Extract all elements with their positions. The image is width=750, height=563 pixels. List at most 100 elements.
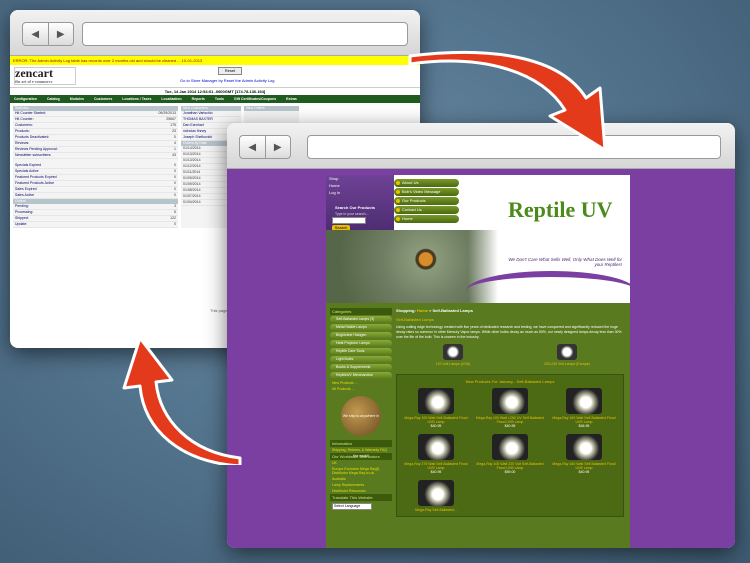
admin-menu-item[interactable]: Locations / Taxes (122, 97, 151, 101)
stat-row-value: 175 (170, 123, 176, 127)
subcategory-item[interactable]: 120 Volt Lamps (USA) (423, 344, 483, 366)
stat-row-label[interactable]: Products Deactivated: (15, 135, 49, 140)
customer-name[interactable]: Dan Earnhart (183, 123, 204, 128)
product-card[interactable]: Mega-Ray 160 Watt Self-Ballasted Flood U… (549, 388, 619, 428)
reptileuv-browser-window: ◀ ▶ Shop Home Log In Search Our Products… (227, 123, 735, 548)
category-item[interactable]: Reptile Care Tools (330, 348, 392, 355)
top-nav-item[interactable]: Home (394, 215, 459, 223)
product-name[interactable]: Mega-Ray 160 Watt Self-Ballasted Flood U… (549, 416, 619, 424)
forward-button[interactable]: ▶ (47, 23, 74, 45)
admin-menu-item[interactable]: Reports (192, 97, 205, 101)
nav-login[interactable]: Log In (326, 189, 394, 196)
product-name[interactable]: Mega-Ray 160 Watt Self-Ballasted Flood U… (549, 462, 619, 470)
top-nav-item[interactable]: About Us (394, 179, 459, 187)
admin-menu-item[interactable]: Catalog (47, 97, 60, 101)
admin-menu-item[interactable]: Gift Certificates/Coupons (234, 97, 276, 101)
address-bar[interactable] (307, 135, 721, 159)
category-item[interactable]: Heat Projector Lamps (330, 340, 392, 347)
address-bar[interactable] (82, 22, 408, 46)
specials-row-value: 0 (174, 175, 176, 179)
subcategory-item[interactable]: 220-240 Volt Lamps (Europe) (537, 344, 597, 366)
stat-row-label[interactable]: Products: (15, 129, 30, 134)
breadcrumb-prefix: Shopping: (396, 308, 416, 313)
product-name[interactable]: Mega-Ray 100 Watt 220 Volt Self-Ballaste… (475, 462, 545, 470)
product-name[interactable]: Mega-Ray 275 Watt Self-Ballasted Flood U… (401, 462, 471, 470)
customer-name[interactable]: Jonathan Varischio (183, 111, 213, 116)
back-button[interactable]: ◀ (23, 23, 48, 45)
category-item[interactable]: Light Bulbs (330, 356, 392, 363)
breadcrumb-home[interactable]: Home (417, 308, 428, 313)
product-card[interactable]: Mega-Ray 100 Watt 220 Volt Self-Ballaste… (475, 434, 545, 474)
product-name[interactable]: Mega-Ray 100 Watt Self-Ballasted Flood U… (401, 416, 471, 424)
order-date: 01/09/2014 (183, 182, 201, 186)
site-logo[interactable]: Reptile UV (508, 197, 612, 223)
stat-row-label[interactable]: Reviews: (15, 141, 29, 146)
search-input[interactable] (332, 217, 366, 224)
product-image[interactable] (566, 434, 602, 460)
orders-row-label[interactable]: Processing: (15, 210, 33, 215)
orders-row-label[interactable]: Update: (15, 222, 27, 227)
product-image[interactable] (566, 388, 602, 414)
product-image[interactable] (418, 388, 454, 414)
specials-row-value: 0 (174, 169, 176, 173)
top-nav-item[interactable]: Bob's Video Message (394, 188, 459, 196)
specials-row-value: 0 (174, 163, 176, 167)
product-card[interactable]: Mega-Ray 100 Watt Self-Ballasted Flood U… (401, 388, 471, 428)
specials-row-label[interactable]: Sales Active (15, 193, 34, 198)
admin-menu-item[interactable]: Customers (94, 97, 112, 101)
admin-menu-item[interactable]: Configuration (14, 97, 37, 101)
nav-shop[interactable]: Shop (326, 175, 394, 182)
customer-name[interactable]: nicholas finney (183, 129, 206, 134)
distributor-item[interactable]: Europe Exclusive Mega Ray(t) Distributor… (330, 466, 392, 476)
category-item[interactable]: Metal Halide Lamps (330, 324, 392, 331)
orders-row-label[interactable]: Pending: (15, 204, 29, 209)
category-item[interactable]: Self-Ballasted Lamps (3) (330, 316, 392, 323)
subcategory-label[interactable]: 120 Volt Lamps (USA) (423, 362, 483, 366)
stat-row-label[interactable]: Customers: (15, 123, 33, 128)
admin-menu-item[interactable]: Tools (215, 97, 224, 101)
top-nav-item[interactable]: Our Products (394, 197, 459, 205)
date-line: Tue, 14 Jan 2014 12:54:01 -0600GMT [174.… (10, 87, 420, 95)
customer-name[interactable]: Joseph Shelkovich (183, 135, 212, 140)
reset-button[interactable]: Reset (218, 67, 242, 75)
store-manager-link[interactable]: Go to Store Manager by Reset the Admin A… (180, 78, 275, 83)
order-date: 01/07/2014 (183, 194, 201, 198)
admin-menu-item[interactable]: Localization (161, 97, 181, 101)
subcategory-label[interactable]: 220-240 Volt Lamps (Europe) (537, 362, 597, 366)
product-card[interactable]: Mega-Ray 100 Watt LOW UV Self Ballasted … (475, 388, 545, 428)
product-image[interactable] (418, 480, 454, 506)
product-card[interactable]: Mega-Ray Self-Ballasted... (401, 480, 471, 512)
specials-row-label[interactable]: Featured Products Expired (15, 175, 57, 180)
specials-row-label[interactable]: Sales Expired (15, 187, 37, 192)
specials-row-label[interactable]: Specials Expired (15, 163, 41, 168)
category-item[interactable]: ReptileUV Merchandise (330, 372, 392, 379)
admin-menu-item[interactable]: Extras (286, 97, 297, 101)
product-price: $40.95 (578, 470, 590, 474)
orders-row-label[interactable]: Shipped: (15, 216, 29, 221)
specials-row-label[interactable]: Featured Products Active (15, 181, 54, 186)
product-image[interactable] (418, 434, 454, 460)
nav-home[interactable]: Home (326, 182, 394, 189)
main-content: Shopping: Home » Self-Ballasted Lamps Se… (396, 308, 624, 517)
product-name[interactable]: Mega-Ray Self-Ballasted... (401, 508, 471, 512)
product-image[interactable] (492, 434, 528, 460)
language-select[interactable]: Select Language (332, 503, 372, 510)
stat-row-label[interactable]: Hit Counter Started: (15, 111, 46, 116)
stat-row-label[interactable]: Reviews Pending Approval: (15, 147, 58, 152)
all-products-link[interactable]: All Products ... (330, 386, 392, 392)
stat-row-label[interactable]: Hit Counter: (15, 117, 34, 122)
specials-row-label[interactable]: Specials Active (15, 169, 39, 174)
forward-button[interactable]: ▶ (264, 136, 291, 158)
product-card[interactable]: Mega-Ray 160 Watt Self-Ballasted Flood U… (549, 434, 619, 474)
category-item[interactable]: Books & Supplements (330, 364, 392, 371)
left-nav: Shop Home Log In Search Our Products Typ… (326, 175, 394, 237)
product-card[interactable]: Mega-Ray 275 Watt Self-Ballasted Flood U… (401, 434, 471, 474)
category-item[interactable]: Brightcline Halogen (330, 332, 392, 339)
back-button[interactable]: ◀ (240, 136, 265, 158)
product-image[interactable] (492, 388, 528, 414)
stat-row-label[interactable]: Newsletter subscribers: (15, 153, 51, 158)
product-name[interactable]: Mega-Ray 100 Watt LOW UV Self Ballasted … (475, 416, 545, 424)
top-nav-item[interactable]: Contact Us (394, 206, 459, 214)
admin-menu-item[interactable]: Modules (70, 97, 84, 101)
customer-name[interactable]: THOMAS BAXTER (183, 117, 213, 122)
